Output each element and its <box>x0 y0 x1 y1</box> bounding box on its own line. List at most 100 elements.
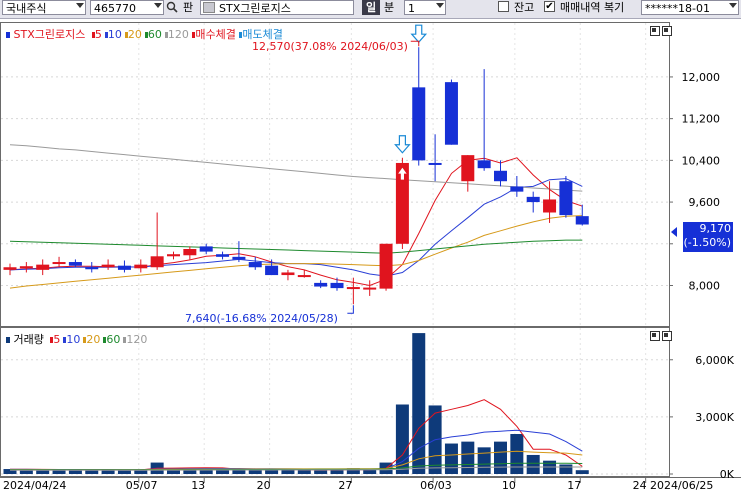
volume-axis-label: 6,000K <box>695 354 734 367</box>
price-panel-maximize-button[interactable] <box>662 26 672 36</box>
current-price-pointer-icon <box>671 227 677 237</box>
candle-body <box>346 287 360 290</box>
x-axis-label: 05/07 <box>126 479 158 491</box>
candle-body <box>101 264 115 268</box>
price-panel-legend: STX그린로지스 5 10 20 60 120 매수체결 매도체결 <box>6 26 283 42</box>
code-input[interactable]: 465770 <box>90 0 164 15</box>
volume-bar <box>575 470 589 474</box>
toolbar: 국내주식 465770 판 STX그린로지스 일 분 1 잔고 ✔ 매매내역 복… <box>0 0 741 19</box>
ma-legend-label: 10 <box>66 333 81 346</box>
x-axis-label: 24 <box>633 479 647 491</box>
candle-body <box>117 265 131 270</box>
x-axis-label: 10 <box>502 479 516 491</box>
volume-bar <box>117 470 131 474</box>
chevron-down-icon <box>729 3 737 8</box>
price-axis-label: 10,400 <box>682 154 721 167</box>
price-axis-label: 12,000 <box>682 71 721 84</box>
current-price: 9,170 <box>699 222 732 235</box>
chevron-down-icon <box>76 3 84 8</box>
volume-bar <box>412 333 426 474</box>
volume-panel-maximize-button[interactable] <box>662 331 672 341</box>
price-ma-legend: 5 10 20 60 120 <box>89 28 189 41</box>
volume-bar <box>477 447 491 474</box>
balance-label: 잔고 <box>514 1 535 14</box>
trade-history-label: 매매내역 복기 <box>560 1 625 14</box>
stock-name-label: STX그린로지스 <box>219 2 291 15</box>
ma-legend-label: 20 <box>86 333 101 346</box>
volume-bar <box>559 464 573 474</box>
candle-body <box>510 186 524 192</box>
balance-checkbox[interactable] <box>498 1 509 12</box>
candle-body <box>494 170 507 182</box>
legend-square-icon <box>6 32 10 38</box>
price-axis-label: 11,200 <box>682 113 721 126</box>
price-axis-label: 9,600 <box>689 196 721 209</box>
volume-bar <box>444 443 458 474</box>
volume-bar <box>297 470 311 474</box>
candle-body <box>199 246 213 252</box>
candle-body <box>314 282 328 287</box>
x-axis-label: 13 <box>191 479 205 491</box>
candle-body <box>330 282 344 289</box>
volume-bar <box>248 470 262 474</box>
candle-body <box>85 267 99 270</box>
volume-bar <box>314 470 328 474</box>
price-panel-minimize-button[interactable] <box>650 26 660 36</box>
period-value-select[interactable]: 1 <box>404 0 446 15</box>
volume-bar <box>330 470 344 474</box>
search-icon[interactable] <box>166 0 178 19</box>
current-change: (-1.50%) <box>683 236 732 249</box>
candle-body <box>363 287 377 290</box>
candle-body <box>526 196 540 203</box>
candle-body <box>150 256 164 268</box>
candle-body <box>167 254 180 257</box>
volume-axis-label: 3,000K <box>695 411 734 424</box>
price-panel-title: STX그린로지스 <box>13 28 86 41</box>
volume-axis-label: 0K <box>720 468 735 481</box>
volume-bar <box>281 470 295 474</box>
stock-name-box[interactable]: STX그린로지스 <box>200 0 354 15</box>
trade-history-checkbox[interactable]: ✔ <box>544 1 555 12</box>
candle-body <box>232 256 246 260</box>
candle-body <box>68 262 82 266</box>
candle-body <box>461 155 475 182</box>
candle-body <box>412 87 426 161</box>
candle-body <box>559 181 573 216</box>
price-axis-label: 8,000 <box>689 280 721 293</box>
period-min-button[interactable]: 분 <box>384 0 394 16</box>
x-axis-end-label: 2024/06/25 <box>650 479 714 492</box>
volume-bar <box>68 470 82 474</box>
chart-area[interactable]: 8,0008,8009,60010,40011,20012,0000K3,000… <box>0 19 741 491</box>
ma-legend-label: 10 <box>107 28 122 41</box>
candle-body <box>281 272 295 276</box>
candle-body <box>428 162 442 165</box>
volume-panel-legend: 거래량 5 10 20 60 120 <box>6 331 147 347</box>
candle-body <box>248 262 262 268</box>
chevron-down-icon <box>154 3 162 8</box>
ma-legend-label: 20 <box>127 28 142 41</box>
candle-body <box>477 160 491 169</box>
x-axis-label: 20 <box>257 479 271 491</box>
market-select[interactable]: 국내주식 <box>2 0 86 15</box>
account-select[interactable]: ******18-01 <box>641 0 739 15</box>
candle-body <box>216 254 230 257</box>
account-value: ******18-01 <box>645 2 710 15</box>
volume-bar <box>510 434 524 474</box>
high-price-annotation: 12,570(37.08% 2024/06/03) <box>252 40 408 53</box>
code-input-value: 465770 <box>94 2 136 15</box>
period-value: 1 <box>408 2 415 15</box>
candle-body <box>183 249 197 256</box>
legend-square-icon <box>6 337 10 343</box>
candle-body <box>265 265 279 276</box>
volume-bar <box>363 469 377 474</box>
ma-legend-label: 5 <box>53 333 61 346</box>
period-day-button[interactable]: 일 <box>362 0 380 15</box>
volume-ma-legend: 5 10 20 60 120 <box>47 333 147 346</box>
x-axis-label: 17 <box>567 479 581 491</box>
volume-panel-minimize-button[interactable] <box>650 331 660 341</box>
period-day-label: 일 <box>365 1 377 14</box>
candle-body <box>575 216 589 225</box>
pan-button[interactable]: 판 <box>183 0 193 16</box>
market-select-value: 국내주식 <box>6 2 47 15</box>
volume-bar <box>526 454 540 474</box>
